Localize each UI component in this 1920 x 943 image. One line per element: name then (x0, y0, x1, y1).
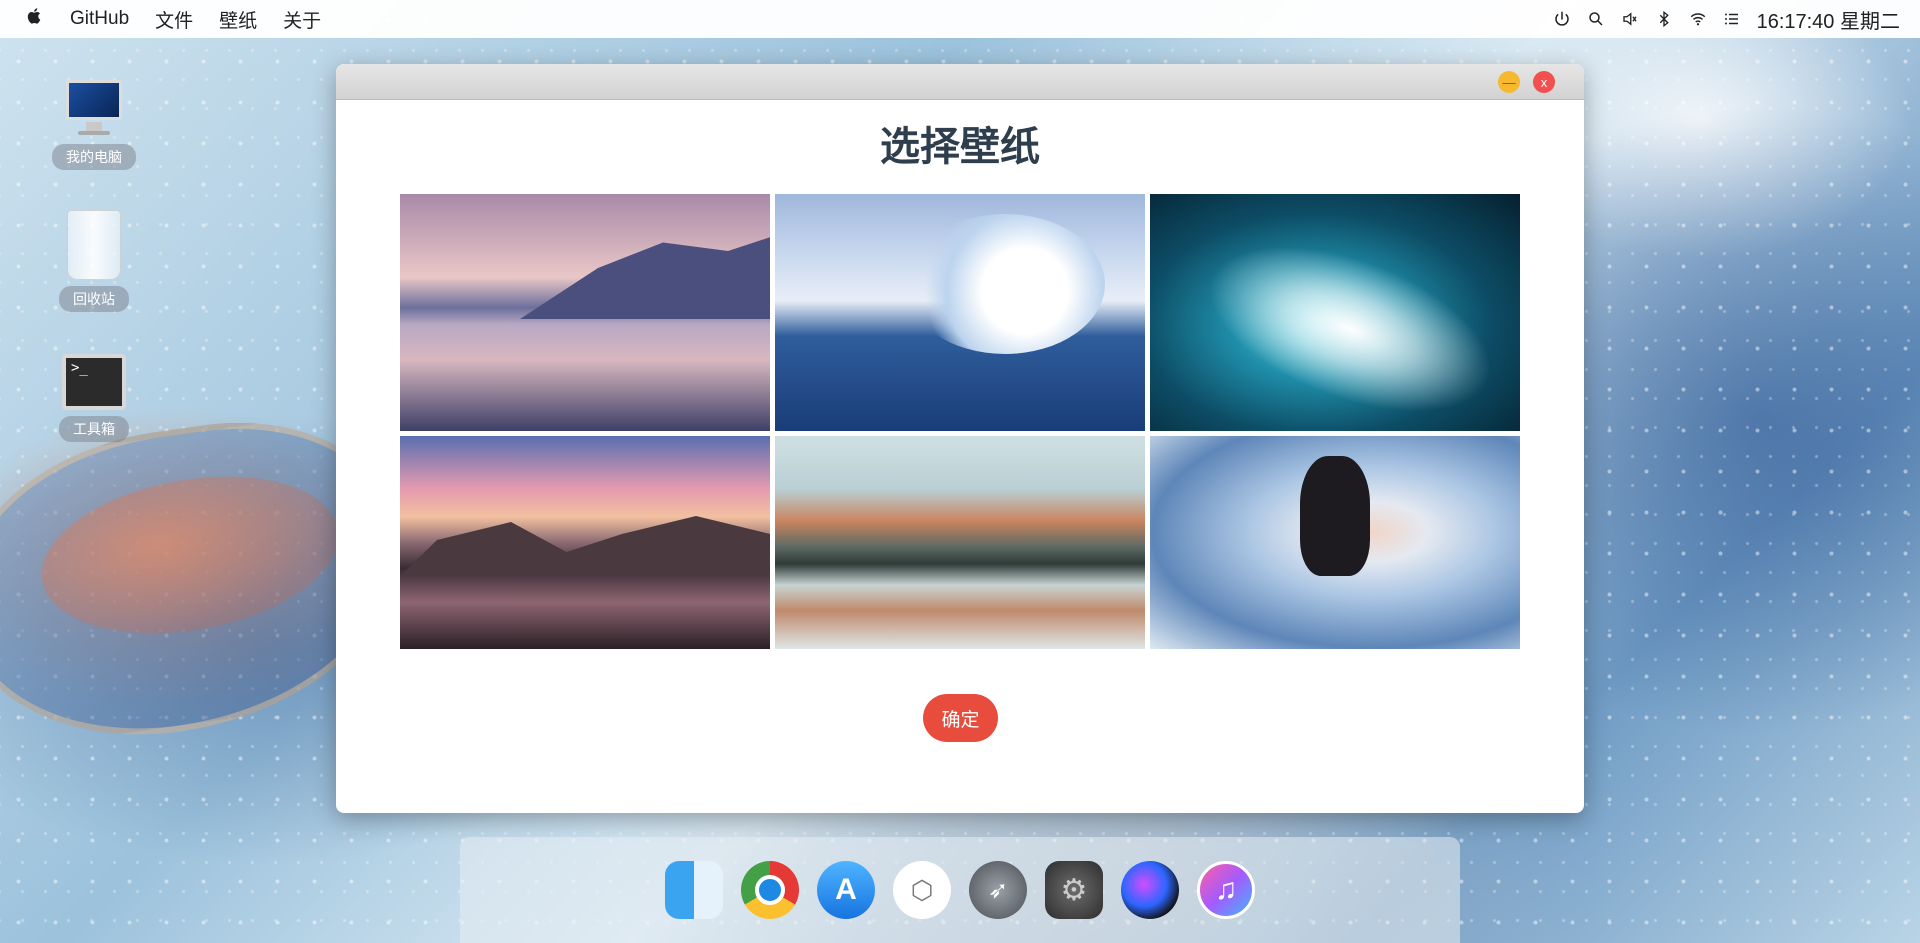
desktop-icon-label: 我的电脑 (52, 144, 136, 170)
itunes-icon[interactable]: ♫ (1197, 861, 1255, 919)
apple-icon[interactable] (26, 6, 44, 32)
launchpad-icon[interactable]: ➶ (969, 861, 1027, 919)
codepen-icon[interactable]: ⬡ (893, 861, 951, 919)
dock: A ⬡ ➶ ⚙ ♫ (460, 837, 1460, 943)
clock[interactable]: 16:17:40 星期二 (1757, 5, 1900, 34)
minimize-button[interactable]: — (1498, 71, 1520, 93)
terminal-icon: >_ (62, 354, 126, 410)
list-icon[interactable] (1723, 10, 1741, 28)
menu-item-file[interactable]: 文件 (155, 6, 193, 33)
system-preferences-icon[interactable]: ⚙ (1045, 861, 1103, 919)
chrome-icon[interactable] (741, 861, 799, 919)
finder-icon[interactable] (665, 861, 723, 919)
wallpaper-dialog: — x 选择壁纸 确定 (336, 64, 1584, 813)
search-icon[interactable] (1587, 10, 1605, 28)
wifi-icon[interactable] (1689, 10, 1707, 28)
volume-icon[interactable] (1621, 10, 1639, 28)
siri-icon[interactable] (1121, 861, 1179, 919)
close-button[interactable]: x (1533, 71, 1555, 93)
menu-item-about[interactable]: 关于 (283, 6, 321, 33)
desktop-icon-computer[interactable]: 我的电脑 (52, 78, 136, 170)
desktop-icon-trash[interactable]: 回收站 (56, 210, 132, 312)
wallpaper-thumb-lake-rocks-sunset[interactable] (400, 436, 770, 649)
menu-left: GitHub 文件 壁纸 关于 (26, 6, 321, 33)
computer-icon (64, 78, 124, 138)
wallpaper-thumb-swordswoman-painting[interactable] (1150, 436, 1520, 649)
wallpaper-row (400, 436, 1522, 649)
wallpaper-thumb-lake-mountain-dusk[interactable] (400, 194, 770, 431)
bluetooth-icon[interactable] (1655, 10, 1673, 28)
wallpaper-thumb-teal-ocean-wave[interactable] (1150, 194, 1520, 431)
wallpaper-grid (400, 194, 1522, 654)
menu-right: 16:17:40 星期二 (1537, 5, 1900, 34)
power-icon[interactable] (1553, 10, 1571, 28)
wallpaper-thumb-mountain-lake-reflection[interactable] (775, 436, 1145, 649)
desktop-icon-label: 工具箱 (59, 416, 129, 442)
wallpaper-row (400, 194, 1522, 431)
desktop-icon-toolbox[interactable]: >_ 工具箱 (56, 354, 132, 442)
dialog-titlebar[interactable]: — x (336, 64, 1584, 100)
menu-item-github[interactable]: GitHub (70, 8, 129, 30)
app-store-icon[interactable]: A (817, 861, 875, 919)
menu-bar: GitHub 文件 壁纸 关于 16:17:40 星期二 (0, 0, 1920, 38)
dialog-title: 选择壁纸 (880, 125, 1040, 169)
confirm-button[interactable]: 确定 (923, 694, 998, 742)
wallpaper-thumb-ocean-wave-curl[interactable] (775, 194, 1145, 431)
menu-item-wallpaper[interactable]: 壁纸 (219, 6, 257, 33)
desktop-icon-label: 回收站 (59, 286, 129, 312)
trash-icon (67, 210, 121, 280)
